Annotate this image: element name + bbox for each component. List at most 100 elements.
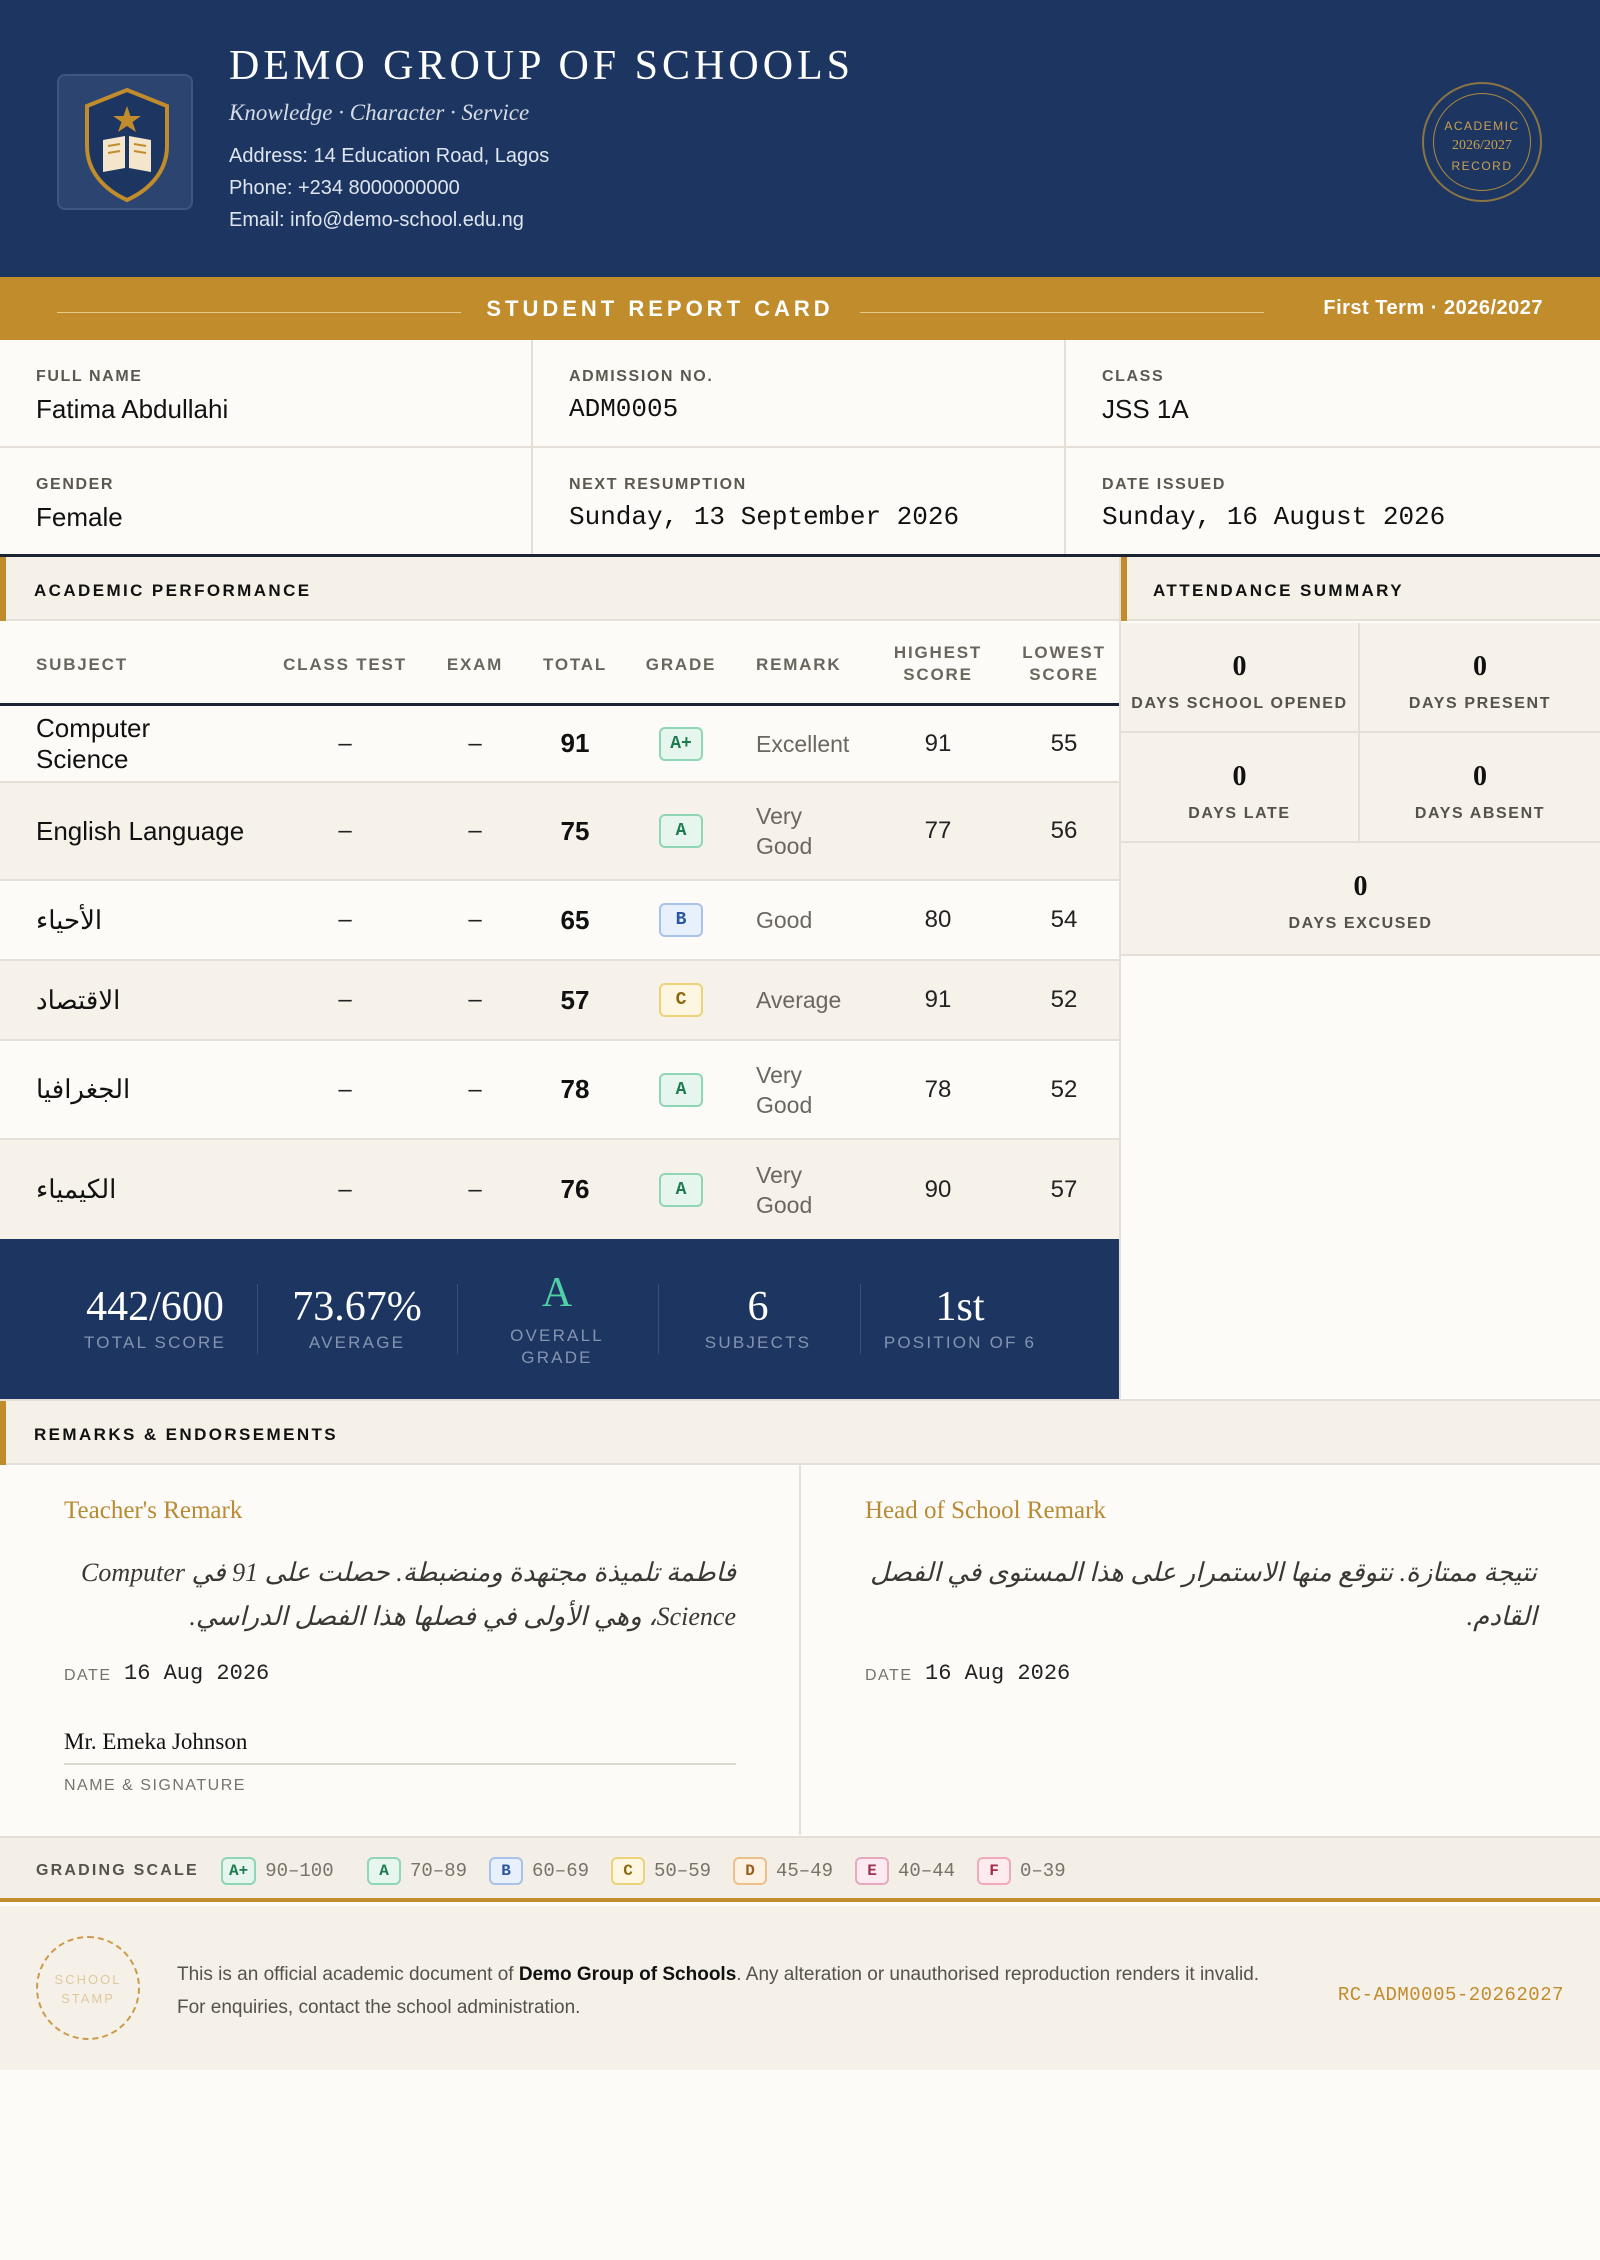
col-highest-1: HIGHEST <box>893 643 983 662</box>
col-lowest-1: LOWEST <box>1022 643 1106 662</box>
school-motto: Knowledge · Character · Service <box>229 100 530 125</box>
col-class-test: CLASS TEST <box>283 655 407 674</box>
value-class: JSS 1A <box>1102 394 1189 424</box>
value-gender: Female <box>36 502 123 532</box>
label-resumption: NEXT RESUMPTION <box>569 476 747 493</box>
col-total: TOTAL <box>542 655 608 674</box>
school-name: DEMO GROUP OF SCHOOLS <box>229 43 855 89</box>
remarks-title: REMARKS & ENDORSEMENTS <box>34 1425 339 1444</box>
remark-text: Good <box>756 907 813 933</box>
school-phone: Phone: +234 8000000000 <box>229 177 460 199</box>
info-class: CLASS JSS 1A <box>1066 340 1600 448</box>
head-date-label: DATE <box>865 1667 913 1684</box>
teacher-remark-title: Teacher's Remark <box>64 1497 243 1524</box>
late-label: DAYS LATE <box>1188 805 1291 822</box>
attendance-absent: 0 DAYS ABSENT <box>1360 733 1600 843</box>
cell-lowest: 57 <box>1050 1175 1078 1203</box>
cell-subject: Computer Science <box>36 712 151 774</box>
label-gender: GENDER <box>36 476 115 493</box>
scale-grade: E <box>855 1857 889 1885</box>
col-subject: SUBJECT <box>36 655 128 674</box>
scale-grade: A+ <box>221 1857 257 1885</box>
footer-text: This is an official academic document of… <box>177 1958 1297 2024</box>
cell-subject: English Language <box>36 815 245 846</box>
cell-highest: 80 <box>924 906 952 933</box>
summary-total-score: 442/600 TOTAL SCORE <box>55 1239 255 1399</box>
attendance-present: 0 DAYS PRESENT <box>1360 623 1600 733</box>
cell-total: 76 <box>560 1174 590 1204</box>
term-label: First Term · 2026/2027 <box>1323 297 1543 319</box>
cell-remark: Very Good <box>756 783 878 879</box>
teacher-date-label: DATE <box>64 1667 112 1684</box>
cell-class-test: – <box>338 906 352 933</box>
label-full-name: FULL NAME <box>36 368 143 385</box>
scale-range: 70–89 <box>410 1860 468 1882</box>
value-issued: Sunday, 16 August 2026 <box>1102 502 1446 532</box>
teacher-remark-text: فاطمة تلميذة مجتهدة ومنضبطة. حصلت على 91… <box>81 1558 736 1631</box>
scale-range: 40–44 <box>898 1860 956 1882</box>
absent-value: 0 <box>1473 761 1487 792</box>
cell-lowest: 56 <box>1050 817 1078 844</box>
cell-grade: A <box>625 1041 737 1138</box>
total-score-value: 442/600 <box>86 1284 224 1330</box>
scale-grade: F <box>977 1857 1011 1885</box>
cell-exam: – <box>468 729 482 757</box>
cell-exam: – <box>468 817 482 844</box>
cell-grade: A <box>625 1140 737 1239</box>
attendance-header: ATTENDANCE SUMMARY <box>1121 557 1600 621</box>
report-band: STUDENT REPORT CARD First Term · 2026/20… <box>0 277 1600 340</box>
subjects-label: SUBJECTS <box>704 1333 812 1352</box>
cell-highest: 90 <box>924 1175 952 1203</box>
cell-lowest: 55 <box>1050 729 1078 757</box>
scale-grade: C <box>611 1857 645 1885</box>
cell-class-test: – <box>338 1075 352 1103</box>
table-row: Computer Science – – 91 A+ Excellent 91 … <box>0 706 1119 783</box>
col-lowest-2: SCORE <box>1029 665 1099 684</box>
cell-exam: – <box>468 1175 482 1203</box>
opened-value: 0 <box>1232 651 1247 682</box>
summary-bar: 442/600 TOTAL SCORE 73.67% AVERAGE A OVE… <box>0 1239 1119 1399</box>
summary-overall-grade: A OVERALL GRADE <box>457 1239 657 1399</box>
info-issued: DATE ISSUED Sunday, 16 August 2026 <box>1066 448 1600 556</box>
cell-class-test: – <box>338 1175 352 1203</box>
academic-header: ACADEMIC PERFORMANCE <box>0 557 1119 621</box>
col-remark: REMARK <box>756 655 842 674</box>
grading-scale-title: GRADING SCALE <box>36 1862 199 1879</box>
info-full-name: FULL NAME Fatima Abdullahi <box>0 340 533 448</box>
info-gender: GENDER Female <box>0 448 533 556</box>
overall-grade-label-1: OVERALL <box>510 1326 604 1345</box>
label-admission: ADMISSION NO. <box>569 368 714 385</box>
present-label: DAYS PRESENT <box>1408 695 1552 712</box>
absent-label: DAYS ABSENT <box>1414 805 1546 822</box>
col-grade: GRADE <box>645 655 717 674</box>
attendance-title: ATTENDANCE SUMMARY <box>1153 581 1404 600</box>
scale-range: 60–69 <box>532 1860 590 1882</box>
subjects-value: 6 <box>747 1284 769 1330</box>
teacher-remark: Teacher's Remark فاطمة تلميذة مجتهدة ومن… <box>0 1465 801 1835</box>
table-row: الكيمياء – – 76 A Very Good 90 57 <box>0 1140 1119 1239</box>
cell-grade: B <box>625 881 737 959</box>
grade-badge: B <box>659 903 703 937</box>
cell-total: 75 <box>560 815 590 846</box>
cell-remark: Excellent <box>756 706 878 781</box>
teacher-date-value: 16 Aug 2026 <box>124 1661 270 1686</box>
remarks-header: REMARKS & ENDORSEMENTS <box>0 1401 1600 1465</box>
scale-item: F 0–39 <box>977 1856 1066 1886</box>
value-admission: ADM0005 <box>569 394 679 424</box>
document-reference: RC-ADM0005-20262027 <box>1337 1984 1564 2006</box>
table-row: الأحياء – – 65 B Good 80 54 <box>0 881 1119 961</box>
col-lowest: LOWEST SCORE <box>1004 642 1124 686</box>
remark-text: Very Good <box>756 1061 813 1118</box>
overall-grade-label: OVERALL GRADE <box>457 1325 657 1369</box>
value-resumption: Sunday, 13 September 2026 <box>569 502 960 532</box>
scale-range: 45–49 <box>776 1860 834 1882</box>
cell-total: 65 <box>560 904 590 935</box>
grade-badge: C <box>659 983 703 1017</box>
average-label: AVERAGE <box>308 1333 406 1352</box>
school-stamp: SCHOOL STAMP <box>36 1936 140 2040</box>
cell-total: 57 <box>560 984 590 1015</box>
footer-text-line2: For enquiries, contact the school admini… <box>177 1997 581 2018</box>
scale-item: E 40–44 <box>855 1856 955 1886</box>
position-value: 1st <box>935 1284 985 1330</box>
table-row: الاقتصاد – – 57 C Average 91 52 <box>0 961 1119 1041</box>
